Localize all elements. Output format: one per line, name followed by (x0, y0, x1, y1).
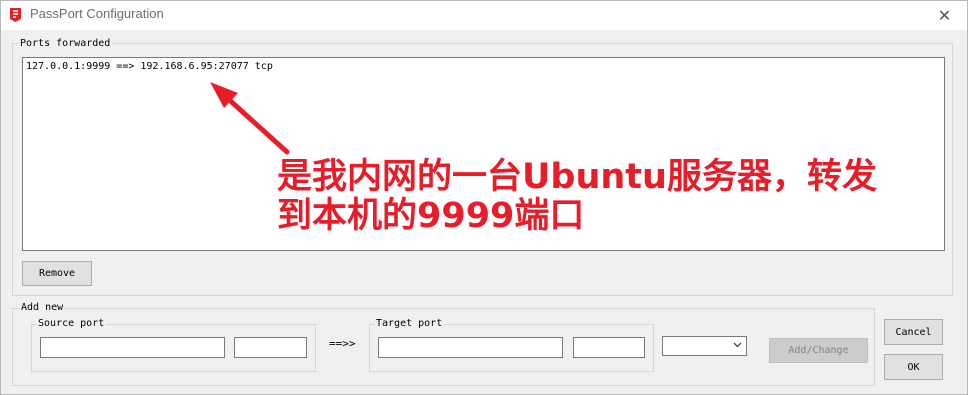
list-item[interactable]: 127.0.0.1:9999 ==> 192.168.6.95:27077 tc… (26, 61, 273, 73)
remove-button[interactable]: Remove (22, 261, 92, 286)
window-title: PassPort Configuration (30, 6, 164, 21)
source-port-input[interactable] (234, 337, 307, 358)
ports-forwarded-label: Ports forwarded (18, 38, 113, 50)
add-new-label: Add new (19, 302, 66, 314)
annotation-line-1: 是我内网的一台Ubuntu服务器，转发 (277, 157, 877, 197)
title-bar[interactable]: PassPort Configuration ✕ (1, 1, 967, 30)
add-change-button[interactable]: Add/Change (769, 338, 868, 363)
source-host-input[interactable] (40, 337, 225, 358)
protocol-select[interactable] (662, 336, 747, 356)
annotation-text: 是我内网的一台Ubuntu服务器，转发 到本机的9999端口 (277, 158, 877, 236)
ok-button[interactable]: OK (884, 354, 943, 380)
chevron-down-icon (733, 342, 742, 348)
source-port-label: Source port (36, 318, 107, 330)
forward-arrow-text: ==>> (329, 337, 356, 350)
cancel-button[interactable]: Cancel (884, 319, 943, 345)
passport-app-icon (10, 8, 21, 22)
target-host-input[interactable] (378, 337, 563, 358)
annotation-line-2: 到本机的9999端口 (277, 196, 585, 236)
target-port-input[interactable] (573, 337, 645, 358)
close-icon[interactable]: ✕ (922, 1, 967, 30)
target-port-label: Target port (374, 318, 445, 330)
